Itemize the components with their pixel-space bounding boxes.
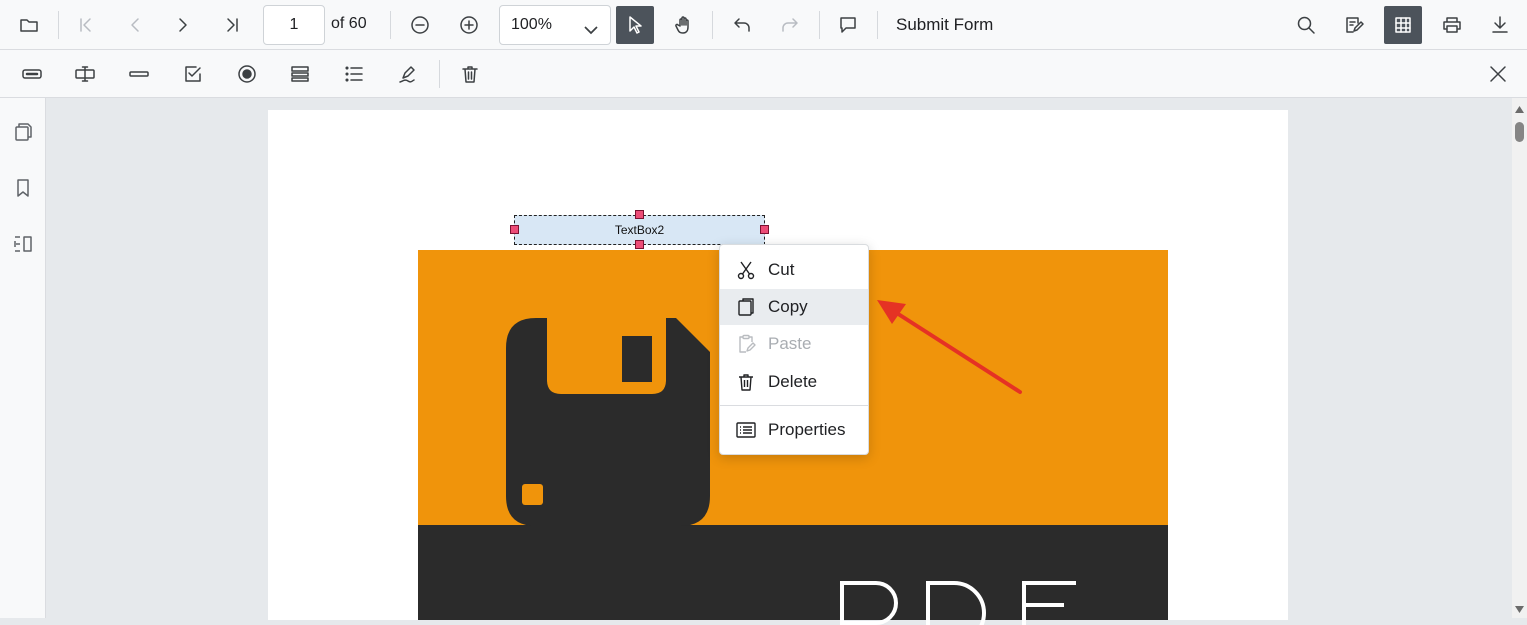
pan-tool-icon[interactable] [666,7,702,43]
scissors-icon [735,259,757,281]
context-menu: Cut Copy Paste Delete Properties [719,244,869,455]
scrollbar-thumb[interactable] [1515,122,1524,142]
password-icon[interactable] [67,56,103,92]
line-field-icon[interactable] [121,56,157,92]
previous-page-icon[interactable] [117,7,153,43]
close-icon[interactable] [1480,56,1516,92]
zoom-in-icon[interactable] [451,7,487,43]
zoom-value: 100% [511,16,552,33]
page-number-input[interactable]: 1 [263,5,325,45]
chevron-down-icon [582,16,600,35]
properties-icon [735,419,757,441]
redo-icon[interactable] [772,7,808,43]
menu-item-label: Properties [768,420,846,439]
toolbar-divider [877,11,878,39]
form-designer-toolbar [0,50,1527,98]
menu-item-label: Cut [768,260,795,279]
scroll-up-icon[interactable] [1515,106,1524,113]
organize-pages-icon[interactable] [9,230,37,258]
toolbar-divider [712,11,713,39]
copy-icon [735,296,757,318]
download-icon[interactable] [1482,7,1518,43]
dropdown-icon[interactable] [282,56,318,92]
comment-icon[interactable] [830,7,866,43]
page-count-label: of 60 [331,15,367,32]
delete-icon[interactable] [452,56,488,92]
next-page-icon[interactable] [165,7,201,43]
pdf-logo-lettering [840,581,1076,625]
menu-item-label: Delete [768,372,818,391]
floppy-disk-icon [506,318,710,526]
menu-item-cut[interactable]: Cut [720,252,868,288]
last-page-icon[interactable] [214,7,250,43]
first-page-icon[interactable] [68,7,104,43]
paste-icon [735,333,757,355]
submit-form-button[interactable]: Submit Form [896,15,993,35]
bookmarks-icon[interactable] [9,174,37,202]
vertical-scrollbar[interactable] [1512,98,1527,618]
menu-item-paste[interactable]: Paste [720,326,868,362]
navigation-panel [0,98,46,618]
signature-icon[interactable] [390,56,426,92]
zoom-dropdown[interactable]: 100% [499,5,611,45]
resize-handle[interactable] [510,225,519,234]
main-toolbar: 1 of 60 100% Submit Form [0,0,1527,50]
menu-item-properties[interactable]: Properties [720,412,868,448]
menu-item-delete[interactable]: Delete [720,364,868,400]
textbox-icon[interactable] [14,56,50,92]
trash-icon [735,371,757,393]
search-icon[interactable] [1288,7,1324,43]
resize-handle[interactable] [760,225,769,234]
menu-divider [720,405,868,406]
select-tool-icon[interactable] [616,6,654,44]
resize-handle[interactable] [635,240,644,249]
zoom-out-icon[interactable] [402,7,438,43]
checkbox-icon[interactable] [175,56,211,92]
toolbar-divider [439,60,440,88]
resize-handle[interactable] [635,210,644,219]
menu-item-label: Copy [768,297,808,316]
print-icon[interactable] [1434,7,1470,43]
scroll-down-icon[interactable] [1515,606,1524,613]
toolbar-divider [390,11,391,39]
annotation-arrow [877,300,1022,394]
thumbnails-icon[interactable] [9,118,37,146]
form-designer-icon[interactable] [1384,6,1422,44]
radio-button-icon[interactable] [229,56,265,92]
listbox-icon[interactable] [336,56,372,92]
menu-item-label: Paste [768,334,812,353]
toolbar-divider [819,11,820,39]
toolbar-divider [58,11,59,39]
folder-icon[interactable] [11,7,47,43]
undo-icon[interactable] [724,7,760,43]
annotation-edit-icon[interactable] [1336,7,1372,43]
menu-item-copy[interactable]: Copy [720,289,868,325]
